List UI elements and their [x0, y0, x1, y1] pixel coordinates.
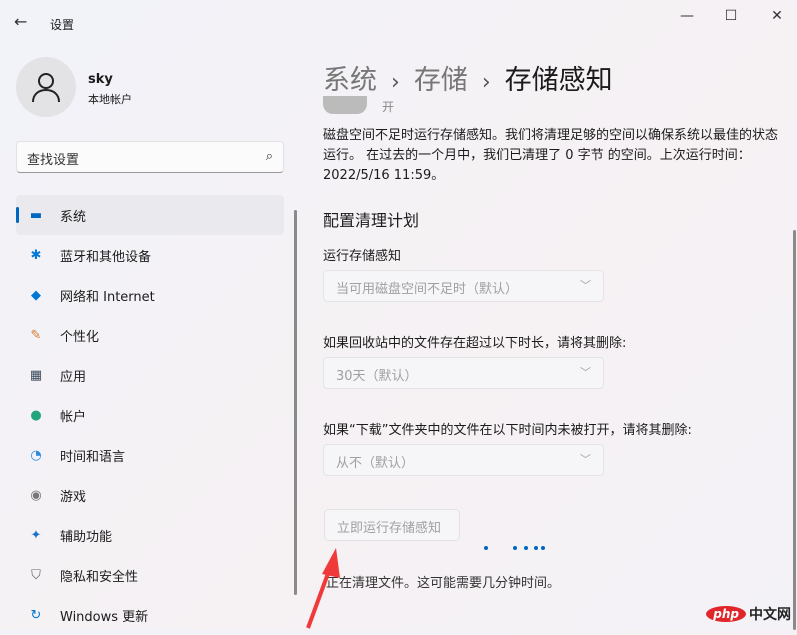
description: 磁盘空间不足时运行存储感知。我们将清理足够的空间以确保系统以最佳的状态运行。 在…: [323, 128, 779, 183]
gamepad-icon: ◉: [30, 487, 42, 503]
sidebar-item[interactable]: ↻ Windows 更新: [16, 595, 284, 635]
brush-icon: ✎: [30, 327, 42, 343]
sidebar-item[interactable]: ▬ 系统: [16, 195, 284, 235]
sidebar-item[interactable]: ◔ 时间和语言: [16, 435, 284, 475]
sidebar-item-label: 个性化: [60, 329, 100, 345]
search-placeholder: 查找设置: [27, 153, 80, 168]
sidebar-item-label: 蓝牙和其他设备: [60, 249, 152, 265]
back-arrow-icon[interactable]: ←: [14, 12, 27, 31]
update-icon: ↻: [30, 607, 42, 623]
recycle-bin-dropdown[interactable]: 30天（默认） ﹀: [323, 357, 604, 389]
sidebar-item-label: 帐户: [60, 409, 87, 425]
sidebar-item-label: 隐私和安全性: [60, 569, 139, 585]
dropdown-value: 从不（默认）: [336, 456, 415, 471]
clock-globe-icon: ◔: [30, 447, 42, 463]
red-arrow-annotation: [306, 548, 340, 629]
breadcrumb-system[interactable]: 系统: [323, 65, 377, 96]
setting-label: 如果“下载”文件夹中的文件在以下时间内未被打开，请将其删除:: [323, 423, 692, 438]
sidebar-item[interactable]: ✎ 个性化: [16, 315, 284, 355]
sidebar-item[interactable]: ▦ 应用: [16, 355, 284, 395]
search-icon: ⌕: [265, 149, 273, 164]
user-name: sky: [88, 72, 113, 87]
dropdown-value: 当可用磁盘空间不足时（默认）: [336, 282, 519, 297]
sidebar-item-label: 游戏: [60, 489, 87, 505]
shield-icon: ⛉: [31, 567, 41, 583]
avatar[interactable]: [16, 57, 76, 117]
minimize-button[interactable]: —: [672, 8, 702, 24]
watermark: php 中文网: [706, 604, 791, 624]
sidebar-item[interactable]: ◉ 游戏: [16, 475, 284, 515]
chevron-down-icon: ﹀: [580, 453, 591, 466]
sidebar-item[interactable]: ● 帐户: [16, 395, 284, 435]
sidebar-item[interactable]: ✱ 蓝牙和其他设备: [16, 235, 284, 275]
sidebar-item-label: 时间和语言: [60, 449, 126, 465]
app-title: 设置: [50, 18, 75, 32]
breadcrumb-separator: ›: [481, 70, 491, 95]
content-scrollbar[interactable]: [793, 230, 796, 630]
chevron-down-icon: ﹀: [580, 366, 591, 379]
dropdown-value: 30天（默认）: [336, 369, 418, 384]
storage-sense-toggle[interactable]: [323, 96, 367, 114]
sidebar-item-label: 辅助功能: [60, 529, 113, 545]
user-icon: [32, 73, 60, 103]
sidebar-item-label: Windows 更新: [60, 609, 149, 625]
sidebar-item[interactable]: ✦ 辅助功能: [16, 515, 284, 555]
title-bar: ← 设置 — ☐ ✕: [0, 0, 797, 46]
sidebar-item-label: 系统: [60, 209, 87, 225]
breadcrumb-separator: ›: [391, 70, 400, 95]
apps-icon: ▦: [29, 367, 43, 383]
sidebar-item[interactable]: ◆ 网络和 Internet: [16, 275, 284, 315]
run-now-button[interactable]: 立即运行存储感知: [324, 509, 460, 541]
setting-label: 运行存储感知: [323, 249, 402, 264]
setting-label: 如果回收站中的文件存在超过以下时长，请将其删除:: [323, 336, 627, 351]
chevron-down-icon: ﹀: [580, 279, 591, 292]
status-text: 正在清理文件。这可能需要几分钟时间。: [326, 576, 561, 591]
breadcrumb: 系统 › 存储 › 存储感知: [323, 58, 613, 97]
sidebar-scrollbar[interactable]: [294, 210, 297, 595]
downloads-dropdown[interactable]: 从不（默认） ﹀: [323, 444, 604, 476]
watermark-text: 中文网: [749, 607, 791, 623]
wifi-icon: ◆: [31, 287, 41, 303]
sidebar-item[interactable]: ⛉ 隐私和安全性: [16, 555, 284, 595]
maximize-button[interactable]: ☐: [716, 8, 746, 24]
bluetooth-icon: ✱: [30, 247, 42, 263]
account-icon: ●: [30, 407, 42, 423]
section-title: 配置清理计划: [323, 211, 420, 230]
run-storage-sense-dropdown[interactable]: 当可用磁盘空间不足时（默认） ﹀: [323, 270, 604, 302]
close-button[interactable]: ✕: [762, 8, 792, 24]
sidebar-nav: ▬ 系统 ✱ 蓝牙和其他设备 ◆ 网络和 Internet ✎ 个性化 ▦ 应用 ● 帐户 ◔ 时间和语言…: [16, 195, 284, 635]
monitor-icon: ▬: [29, 207, 43, 223]
sidebar-item-label: 应用: [60, 369, 87, 385]
page-title: 存储感知: [504, 65, 613, 96]
accessibility-icon: ✦: [30, 527, 42, 543]
search-input[interactable]: 查找设置 ⌕: [16, 141, 284, 173]
account-type: 本地帐户: [88, 93, 132, 106]
toggle-label: 开: [382, 100, 395, 114]
php-logo: php: [706, 606, 746, 622]
sidebar-item-label: 网络和 Internet: [60, 289, 155, 305]
breadcrumb-storage[interactable]: 存储: [414, 65, 468, 96]
